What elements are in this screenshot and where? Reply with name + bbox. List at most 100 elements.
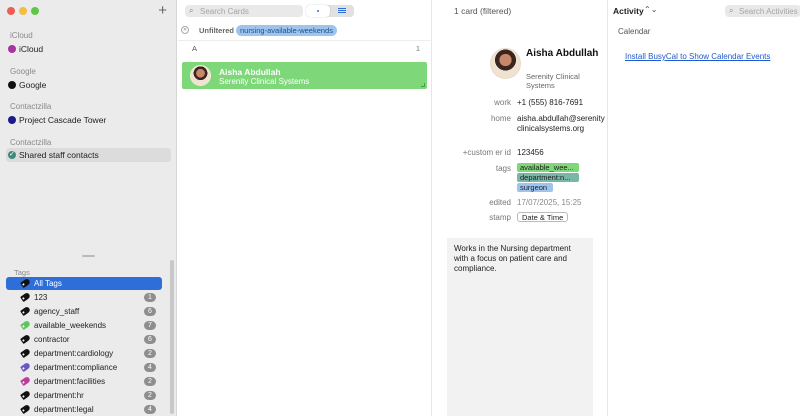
tag-row-contractor[interactable]: contractor 6 xyxy=(6,333,162,346)
source-color-icon xyxy=(8,81,16,89)
source-item-project-cascade-tower[interactable]: Project Cascade Tower xyxy=(6,113,171,127)
tag-row-department-compliance[interactable]: department:compliance 4 xyxy=(6,361,162,374)
home-email-value[interactable]: aisha.abdullah@serenityclinicalsystems.o… xyxy=(517,114,605,134)
contact-name: Aisha Abdullah xyxy=(526,48,599,59)
source-header-icloud: iCloud xyxy=(10,31,33,40)
search-cards-box[interactable]: ⌕ xyxy=(185,5,303,17)
search-activities-box[interactable]: ⌕ xyxy=(725,5,800,17)
source-color-icon xyxy=(8,45,16,53)
card-count-label: 1 card (filtered) xyxy=(454,6,512,16)
edited-value: 17/07/2025, 15:25 xyxy=(517,198,582,207)
tag-label: department:cardiology xyxy=(34,349,114,358)
source-item-google[interactable]: Google xyxy=(6,78,171,92)
source-item-label: Shared staff contacts xyxy=(19,150,99,160)
source-color-icon xyxy=(8,116,16,124)
resize-corner-icon xyxy=(421,83,425,87)
tag-row-available-weekends[interactable]: available_weekends 7 xyxy=(6,319,162,332)
tag-icon xyxy=(20,277,31,289)
search-icon: ⌕ xyxy=(189,6,194,15)
install-busycal-link[interactable]: Install BusyCal to Show Calendar Events xyxy=(625,52,770,61)
section-letter: A xyxy=(192,44,198,53)
tag-label: All Tags xyxy=(34,279,62,288)
sidebar-scrollbar[interactable] xyxy=(170,260,174,414)
source-item-label: Google xyxy=(19,80,47,90)
contact-company: Serenity Clinical Systems xyxy=(526,72,580,90)
work-phone-label: work xyxy=(494,98,511,107)
tag-count-badge: 1 xyxy=(144,293,156,302)
tag-label: department:facilities xyxy=(34,377,106,386)
source-item-shared-staff-contacts[interactable]: Shared staff contacts xyxy=(6,148,171,162)
list-view-button[interactable] xyxy=(330,5,354,17)
search-icon: ⌕ xyxy=(729,6,734,15)
chevron-up-down-icon[interactable]: ⌃⌄ xyxy=(644,5,657,14)
tag-icon xyxy=(20,319,31,331)
activity-menu[interactable]: Activity xyxy=(613,6,644,16)
notes-field[interactable]: Works in the Nursing department with a f… xyxy=(447,238,593,416)
tag-label: 123 xyxy=(34,293,48,302)
section-count: 1 xyxy=(415,44,420,53)
tag-label: department:legal xyxy=(34,405,94,414)
work-phone-value[interactable]: +1 (555) 816-7691 xyxy=(517,98,605,108)
card-view-button[interactable] xyxy=(306,5,330,17)
tag-row-department-cardiology[interactable]: department:cardiology 2 xyxy=(6,347,162,360)
tag-chip[interactable]: surgeon xyxy=(517,183,553,192)
active-filter-tag[interactable]: nursing-available-weekends xyxy=(236,25,337,36)
tag-label: department:compliance xyxy=(34,363,118,372)
checkmark-icon xyxy=(8,148,16,162)
tag-icon xyxy=(20,403,31,415)
tag-label: agency_staff xyxy=(34,307,80,316)
calendar-label: Calendar xyxy=(618,27,651,36)
card-list-column: ⌕ 1 card (filtered) ✕ Unfiltered nursing… xyxy=(178,0,511,416)
source-item-label: iCloud xyxy=(19,44,44,54)
tag-row-department-legal[interactable]: department:legal 4 xyxy=(6,403,162,416)
search-activities-input[interactable] xyxy=(739,5,800,17)
date-time-button[interactable]: Date & Time xyxy=(517,212,569,222)
tag-label: contractor xyxy=(34,335,70,344)
add-icon[interactable]: + xyxy=(158,3,167,18)
zoom-window-button[interactable] xyxy=(31,7,39,15)
tag-count-badge: 2 xyxy=(144,349,156,358)
custom-id-label: +custom er id xyxy=(462,148,511,157)
avatar xyxy=(190,65,211,86)
edited-label: edited xyxy=(489,198,511,207)
tag-count-badge: 6 xyxy=(144,307,156,316)
stamp-label: stamp xyxy=(489,213,511,222)
tag-row-department-hr[interactable]: department:hr 2 xyxy=(6,389,162,402)
tag-count-badge: 2 xyxy=(144,377,156,386)
split-divider-handle[interactable] xyxy=(82,255,95,257)
tag-row-department-facilities[interactable]: department:facilities 2 xyxy=(6,375,162,388)
tag-chips: available_wee... department:n... surgeon xyxy=(517,163,605,193)
source-item-label: Project Cascade Tower xyxy=(19,115,107,125)
tag-chip[interactable]: available_wee... xyxy=(517,163,579,172)
tags-header: Tags xyxy=(14,268,30,277)
tags-label: tags xyxy=(495,164,511,173)
tag-icon xyxy=(20,347,31,359)
filter-bar: ✕ Unfiltered nursing-available-weekends xyxy=(178,23,432,38)
contact-card-row[interactable]: Aisha Abdullah Serenity Clinical Systems xyxy=(182,62,427,89)
card-name: Aisha Abdullah xyxy=(219,67,281,77)
tag-icon xyxy=(20,361,31,373)
tag-icon xyxy=(20,389,31,401)
clear-filter-icon[interactable]: ✕ xyxy=(181,26,189,34)
tag-icon xyxy=(20,333,31,345)
tag-chip[interactable]: department:n... xyxy=(517,173,579,182)
source-item-icloud[interactable]: iCloud xyxy=(6,42,171,56)
tag-row-agency-staff[interactable]: agency_staff 6 xyxy=(6,305,162,318)
card-company: Serenity Clinical Systems xyxy=(219,77,310,86)
minimize-window-button[interactable] xyxy=(19,7,27,15)
custom-id-value[interactable]: 123456 xyxy=(517,148,605,158)
unfiltered-button[interactable]: Unfiltered xyxy=(199,26,234,35)
tag-label: department:hr xyxy=(34,391,84,400)
section-header: A 1 xyxy=(178,40,432,53)
avatar xyxy=(490,48,521,79)
close-window-button[interactable] xyxy=(7,7,15,15)
tag-row-all-tags[interactable]: All Tags xyxy=(6,277,162,290)
tag-row-123[interactable]: 123 1 xyxy=(6,291,162,304)
source-header-contactzilla-2: Contactzilla xyxy=(10,138,52,147)
contact-detail-panel: Aisha Abdullah Serenity Clinical Systems… xyxy=(433,22,607,416)
search-cards-input[interactable] xyxy=(200,5,300,17)
view-mode-toggle[interactable] xyxy=(306,5,354,17)
tag-count-badge: 7 xyxy=(144,321,156,330)
source-header-contactzilla: Contactzilla xyxy=(10,102,52,111)
tag-count-badge: 4 xyxy=(144,405,156,414)
